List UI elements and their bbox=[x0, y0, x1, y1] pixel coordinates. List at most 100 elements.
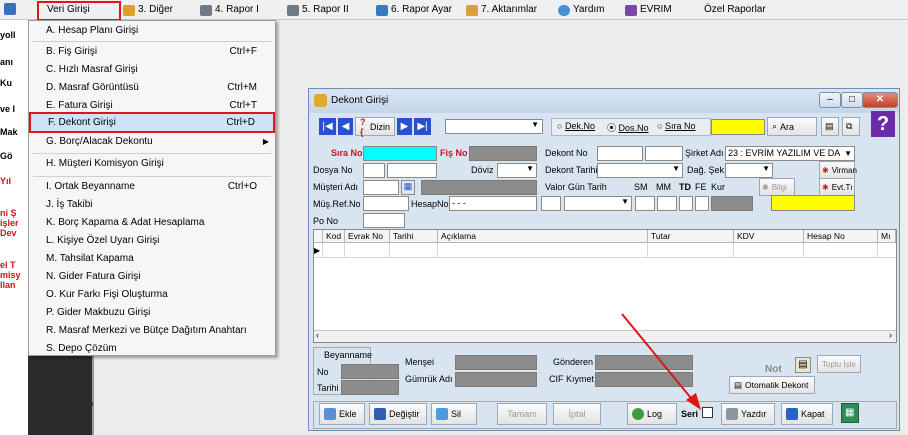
maximize-button[interactable]: □ bbox=[841, 92, 863, 108]
dosya-no-field-1[interactable] bbox=[363, 163, 385, 178]
not-button[interactable]: ▤ bbox=[795, 357, 811, 373]
menu-rapor-ayar[interactable]: 6. Rapor Ayar bbox=[376, 3, 452, 17]
scroll-left-icon[interactable]: ‹ bbox=[316, 330, 319, 340]
sm-field[interactable] bbox=[635, 196, 655, 211]
po-no-field[interactable] bbox=[363, 213, 405, 228]
record-select[interactable]: ▼ bbox=[445, 119, 543, 134]
splitter-arrow-icon[interactable]: ‹ bbox=[91, 398, 94, 408]
menu-item-gider-fatura[interactable]: N. Gider Fatura Girişi bbox=[29, 268, 275, 286]
yellow-field[interactable] bbox=[771, 195, 855, 211]
sirket-adi-select[interactable]: 23 : EVRİM YAZILIM VE DA ▼ bbox=[725, 146, 855, 161]
yazdir-button[interactable]: Yazdır bbox=[721, 403, 775, 425]
menu-item-is-takibi[interactable]: J. İş Takibi bbox=[29, 196, 275, 214]
valor-gun-field[interactable] bbox=[541, 196, 561, 211]
dekont-no-field[interactable] bbox=[597, 146, 643, 161]
menu-item-tahsilat-kapama[interactable]: M. Tahsilat Kapama bbox=[29, 250, 275, 268]
column-header[interactable]: Tarihi bbox=[390, 230, 438, 243]
last-record-button[interactable]: ▶| bbox=[414, 118, 431, 135]
menu-item-kisiye-ozel-uyari[interactable]: L. Kişiye Özel Uyarı Girişi bbox=[29, 232, 275, 250]
grid-cell[interactable] bbox=[345, 243, 390, 258]
menu-rapor-1[interactable]: 4. Rapor I bbox=[200, 3, 259, 17]
menu-item-depo-cozum[interactable]: S. Depo Çözüm bbox=[29, 340, 275, 358]
menu-item-borc-kapama[interactable]: K. Borç Kapama & Adat Hesaplama bbox=[29, 214, 275, 232]
radio-sira-no[interactable]: ○ Sıra No bbox=[657, 121, 695, 131]
menu-item-musteri-komisyon[interactable]: H. Müşteri Komisyon Girişi bbox=[29, 155, 275, 173]
grid-cell[interactable] bbox=[734, 243, 804, 258]
radio-dos-no[interactable]: ⦿ Dos.No bbox=[607, 121, 649, 134]
menu-item-dekont-girisi[interactable]: F. Dekont Girişi Ctrl+D bbox=[29, 112, 275, 133]
menu-aktarimlar[interactable]: 7. Aktarımlar bbox=[466, 3, 537, 17]
grid-cell[interactable] bbox=[648, 243, 734, 258]
document-button[interactable]: ▤ bbox=[821, 117, 839, 136]
menu-rapor-2[interactable]: 5. Rapor II bbox=[287, 3, 349, 17]
column-header[interactable]: Evrak No bbox=[345, 230, 390, 243]
grid-cell[interactable] bbox=[323, 243, 345, 258]
minimize-button[interactable]: – bbox=[819, 92, 841, 108]
dekont-grid[interactable]: Kod Evrak No Tarihi Açıklama Tutar KDV H… bbox=[313, 229, 897, 343]
search-input[interactable] bbox=[711, 119, 765, 135]
otomatik-dekont-button[interactable]: ▤ Otomatik Dekont bbox=[729, 376, 815, 394]
mus-ref-field[interactable] bbox=[363, 196, 409, 211]
menu-item-borc-alacak[interactable]: G. Borç/Alacak Dekontu ▶ bbox=[29, 133, 275, 151]
column-header[interactable]: Hesap No bbox=[804, 230, 878, 243]
menu-item-ortak-beyanname[interactable]: I. Ortak Beyanname Ctrl+O bbox=[29, 178, 275, 196]
menu-item-gider-makbuzu[interactable]: P. Gider Makbuzu Girişi bbox=[29, 304, 275, 322]
doviz-select[interactable]: ▼ bbox=[497, 163, 537, 178]
next-record-button[interactable]: ▶ bbox=[397, 118, 412, 135]
iptal-button[interactable]: İptal bbox=[553, 403, 601, 425]
grid-cell[interactable] bbox=[438, 243, 648, 258]
menu-item-hizli-masraf[interactable]: C. Hızlı Masraf Girişi bbox=[29, 61, 275, 79]
dag-sek-select[interactable]: ▼ bbox=[725, 163, 773, 178]
tamam-button[interactable]: Tamam bbox=[497, 403, 547, 425]
toplu-isle-button[interactable]: Toplu İşle bbox=[817, 355, 861, 373]
menu-ozel-raporlar[interactable]: Özel Raporlar bbox=[704, 3, 766, 17]
log-button[interactable]: Log bbox=[627, 403, 677, 425]
sil-button[interactable]: Sil bbox=[431, 403, 477, 425]
virman-button[interactable]: ✱ Virman bbox=[819, 161, 857, 179]
first-record-button[interactable]: |◀ bbox=[319, 118, 336, 135]
menu-item-masraf-merkezi[interactable]: R. Masraf Merkezi ve Bütçe Dağıtım Anaht… bbox=[29, 322, 275, 340]
calculator-button[interactable]: ▦ bbox=[841, 403, 859, 423]
sira-no-field[interactable] bbox=[363, 146, 437, 161]
seri-checkbox[interactable] bbox=[702, 407, 713, 418]
menu-yardim[interactable]: Yardım bbox=[558, 3, 605, 17]
valor-tarih-select[interactable]: ▼ bbox=[564, 196, 632, 211]
menu-item-hesap-plani[interactable]: A. Hesap Planı Girişi bbox=[29, 22, 275, 40]
mm-field[interactable] bbox=[657, 196, 677, 211]
dosya-no-field-2[interactable] bbox=[387, 163, 437, 178]
menu-item-kur-farki[interactable]: O. Kur Farkı Fişi Oluşturma bbox=[29, 286, 275, 304]
column-header[interactable]: Mı bbox=[878, 230, 896, 243]
scroll-right-icon[interactable]: › bbox=[889, 330, 892, 340]
table-row[interactable]: ▶ bbox=[314, 243, 896, 258]
column-header[interactable]: KDV bbox=[734, 230, 804, 243]
musteri-lookup-button[interactable]: ▦ bbox=[401, 180, 415, 195]
grid-cell[interactable] bbox=[804, 243, 878, 258]
bilgi-button[interactable]: ✱ Bilgi bbox=[759, 178, 795, 196]
close-button[interactable]: ✕ bbox=[862, 92, 898, 108]
grid-cell[interactable] bbox=[390, 243, 438, 258]
horizontal-scrollbar[interactable]: ‹ › bbox=[314, 330, 896, 342]
column-header[interactable]: Kod bbox=[323, 230, 345, 243]
hesap-no-field[interactable]: - - - bbox=[449, 196, 537, 211]
menu-item-fis-girisi[interactable]: B. Fiş Girişi Ctrl+F bbox=[29, 43, 275, 61]
kapat-button[interactable]: Kapat bbox=[781, 403, 833, 425]
help-button[interactable]: ? bbox=[871, 111, 895, 137]
musteri-kod-field[interactable] bbox=[363, 180, 399, 195]
menu-item-masraf-goruntusu[interactable]: D. Masraf Görüntüsü Ctrl+M bbox=[29, 79, 275, 97]
column-header[interactable]: Tutar bbox=[648, 230, 734, 243]
window-titlebar[interactable]: Dekont Girişi – □ ✕ bbox=[309, 89, 899, 113]
fe-field[interactable] bbox=[695, 196, 709, 211]
ekle-button[interactable]: Ekle bbox=[319, 403, 365, 425]
dizin-button[interactable]: ?{ Dizin bbox=[355, 117, 395, 137]
dekont-no-field-2[interactable] bbox=[645, 146, 683, 161]
menu-evrim[interactable]: EVRIM bbox=[625, 3, 672, 17]
radio-dek-no[interactable]: ○ Dek.No bbox=[557, 121, 595, 131]
dekont-tarihi-field[interactable]: ▼ bbox=[597, 163, 683, 178]
td-field[interactable] bbox=[679, 196, 693, 211]
degistir-button[interactable]: Değiştir bbox=[369, 403, 427, 425]
evt-button[interactable]: ✱ Evt.Tı bbox=[819, 178, 855, 196]
fis-no-field[interactable] bbox=[469, 146, 537, 161]
menu-diger[interactable]: 3. Diğer bbox=[123, 3, 173, 17]
ara-button[interactable]: ⌕ Ara bbox=[767, 117, 817, 136]
previous-record-button[interactable]: ◀ bbox=[338, 118, 353, 135]
